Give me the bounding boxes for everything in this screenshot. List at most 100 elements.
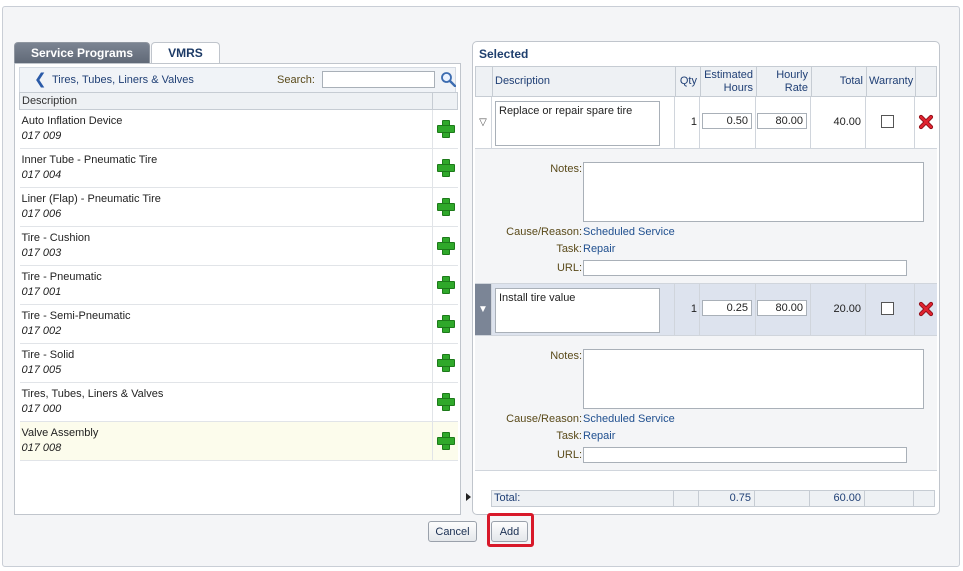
hourly-rate-input[interactable] xyxy=(757,300,807,316)
expand-toggle-icon[interactable]: ▼ xyxy=(475,284,492,335)
item-name: Valve Assembly xyxy=(21,427,99,439)
selected-row[interactable]: ▽ Replace or repair spare tire 1 40.00 xyxy=(475,97,937,149)
back-arrow-icon[interactable]: ❮ xyxy=(34,72,48,88)
totals-amount: 60.00 xyxy=(810,491,865,506)
list-item[interactable]: Tires, Tubes, Liners & Valves 017 000 xyxy=(19,382,458,422)
cause-reason-link[interactable]: Scheduled Service xyxy=(583,226,675,238)
task-label: Task: xyxy=(556,243,582,255)
item-name: Liner (Flap) - Pneumatic Tire xyxy=(21,193,161,205)
list-item[interactable]: Valve Assembly 017 008 xyxy=(19,421,458,461)
selected-row[interactable]: ▼ Install tire value 1 20.00 xyxy=(475,284,937,336)
selected-panel: Selected Description Qty Estimated Hours … xyxy=(472,41,940,515)
column-divider xyxy=(865,284,866,335)
warranty-column-header: Warranty xyxy=(867,67,916,96)
list-item[interactable]: Tire - Semi-Pneumatic 017 002 xyxy=(19,304,458,344)
splitter-arrow-icon[interactable] xyxy=(466,493,471,501)
task-link[interactable]: Repair xyxy=(583,430,615,442)
notes-label: Notes: xyxy=(550,350,582,362)
estimated-hours-input[interactable] xyxy=(702,113,752,129)
item-name: Tire - Semi-Pneumatic xyxy=(21,310,131,322)
selected-table-header: Description Qty Estimated Hours Hourly Rat… xyxy=(475,66,937,97)
add-plus-icon[interactable] xyxy=(437,275,456,294)
url-label: URL: xyxy=(556,262,582,274)
add-plus-icon[interactable] xyxy=(437,314,456,333)
vmrs-list: Description Auto Inflation Device 017 009… xyxy=(19,92,458,461)
column-divider xyxy=(865,97,866,148)
header-line: Estimated xyxy=(704,68,753,81)
totals-warranty-cell xyxy=(865,491,914,506)
description-textarea[interactable]: Replace or repair spare tire xyxy=(495,101,660,146)
column-divider xyxy=(755,97,756,148)
totals-rate-cell xyxy=(755,491,810,506)
cause-reason-label: Cause/Reason: xyxy=(506,413,582,425)
item-code: 017 003 xyxy=(21,247,62,259)
list-item[interactable]: Tire - Cushion 017 003 xyxy=(19,226,458,266)
expand-toggle-icon[interactable]: ▽ xyxy=(475,97,492,148)
marker-column-header xyxy=(476,67,493,96)
item-code: 017 005 xyxy=(21,364,62,376)
cause-reason-label: Cause/Reason: xyxy=(506,226,582,238)
search-icon[interactable] xyxy=(440,71,456,87)
estimated-hours-input[interactable] xyxy=(702,300,752,316)
item-code: 017 004 xyxy=(21,169,62,181)
column-divider xyxy=(914,284,915,335)
notes-textarea[interactable] xyxy=(583,349,924,409)
item-code: 017 001 xyxy=(21,286,62,298)
add-plus-icon[interactable] xyxy=(437,353,456,372)
list-item[interactable]: Inner Tube - Pneumatic Tire 017 004 xyxy=(19,148,458,188)
add-plus-icon[interactable] xyxy=(437,236,456,255)
total-column-header: Total xyxy=(812,67,867,96)
breadcrumb[interactable]: Tires, Tubes, Liners & Valves xyxy=(52,74,194,86)
header-line: Hours xyxy=(723,81,753,94)
totals-row: Total: 0.75 60.00 xyxy=(491,490,935,507)
row-details: Notes: Cause/Reason: Scheduled Service T… xyxy=(475,149,937,284)
line-total-value: 20.00 xyxy=(833,303,861,315)
tab-vmrs[interactable]: VMRS xyxy=(151,42,220,64)
cancel-button[interactable]: Cancel xyxy=(428,521,477,542)
column-divider xyxy=(699,97,700,148)
url-input[interactable] xyxy=(583,260,907,276)
item-code: 017 006 xyxy=(21,208,62,220)
add-plus-icon[interactable] xyxy=(437,197,456,216)
list-item[interactable]: Auto Inflation Device 017 009 xyxy=(19,109,458,149)
search-input[interactable] xyxy=(322,71,435,88)
task-link[interactable]: Repair xyxy=(583,243,615,255)
item-name: Inner Tube - Pneumatic Tire xyxy=(21,154,158,166)
qty-value: 1 xyxy=(690,116,697,128)
warranty-checkbox[interactable] xyxy=(881,302,894,315)
header-line: Hourly xyxy=(776,68,808,81)
notes-textarea[interactable] xyxy=(583,162,924,222)
column-divider xyxy=(810,284,811,335)
item-code: 017 000 xyxy=(21,403,62,415)
list-item[interactable]: Liner (Flap) - Pneumatic Tire 017 006 xyxy=(19,187,458,227)
vmrs-browser-panel: ❮ Tires, Tubes, Liners & Valves Search: … xyxy=(14,63,461,515)
hourly-rate-input[interactable] xyxy=(757,113,807,129)
tab-service-programs[interactable]: Service Programs xyxy=(14,42,151,64)
url-input[interactable] xyxy=(583,447,907,463)
column-divider xyxy=(914,97,915,148)
add-plus-icon[interactable] xyxy=(437,158,456,177)
list-item[interactable]: Tire - Solid 017 005 xyxy=(19,343,458,383)
search-label: Search: xyxy=(277,74,315,86)
list-header: Description xyxy=(19,92,458,110)
totals-qty-cell xyxy=(674,491,699,506)
add-plus-icon[interactable] xyxy=(437,392,456,411)
item-name: Auto Inflation Device xyxy=(21,115,123,127)
add-plus-icon[interactable] xyxy=(437,431,456,450)
delete-x-icon[interactable] xyxy=(918,301,934,317)
totals-label: Total: xyxy=(492,491,674,506)
url-label: URL: xyxy=(556,449,582,461)
item-code: 017 009 xyxy=(21,130,62,142)
warranty-checkbox[interactable] xyxy=(881,115,894,128)
description-textarea[interactable]: Install tire value xyxy=(495,288,660,333)
qty-value: 1 xyxy=(690,303,697,315)
delete-x-icon[interactable] xyxy=(918,114,934,130)
estimated-hours-column-header: Estimated Hours xyxy=(701,67,757,96)
row-details: Notes: Cause/Reason: Scheduled Service T… xyxy=(475,336,937,471)
cause-reason-link[interactable]: Scheduled Service xyxy=(583,413,675,425)
add-plus-icon[interactable] xyxy=(437,119,456,138)
add-button-highlight xyxy=(487,513,534,547)
item-code: 017 008 xyxy=(21,442,62,454)
browser-toolbar: ❮ Tires, Tubes, Liners & Valves Search: xyxy=(19,67,456,93)
list-item[interactable]: Tire - Pneumatic 017 001 xyxy=(19,265,458,305)
